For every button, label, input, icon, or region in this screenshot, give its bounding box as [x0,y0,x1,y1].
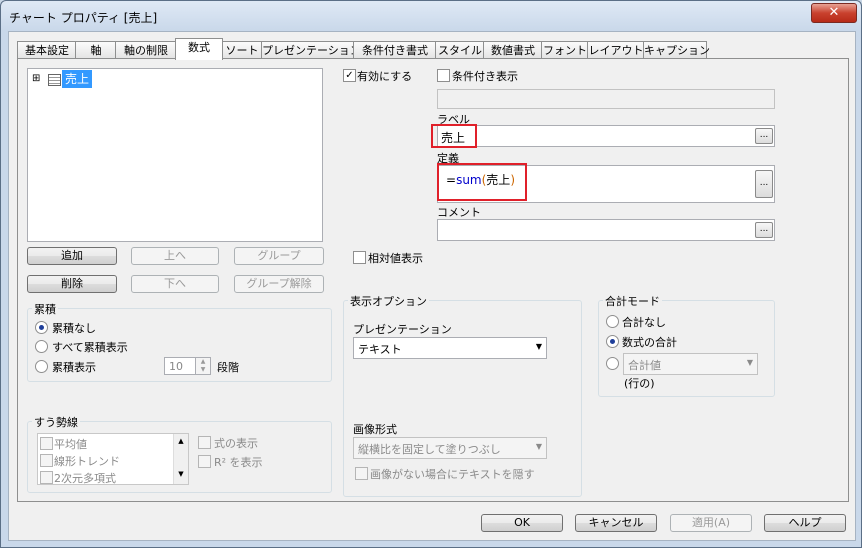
ok-button[interactable]: OK [481,514,563,532]
tab-conditional-format[interactable]: 条件付き書式 [353,41,437,59]
hide-text-checkbox[interactable] [355,467,368,480]
tab-axis-limits[interactable]: 軸の制限 [115,41,177,59]
chevron-down-icon: ▼ [535,342,542,351]
move-down-button[interactable]: 下へ [131,275,219,293]
expressions-panel: ⊞ 売上 追加 上へ グループ 削除 下へ グループ解除 累積 累積なし すべて… [17,58,849,502]
presentation-select[interactable]: テキスト ▼ [353,337,547,359]
enable-checkbox[interactable]: ✓ [343,69,356,82]
total-value-value: 合計値 [628,359,661,372]
trend-average-label: 平均値 [54,438,87,451]
steps-input[interactable]: 10 [164,357,196,375]
hide-text-label: 画像がない場合にテキストを隠す [370,468,535,481]
display-options-title: 表示オプション [348,293,429,309]
ungroup-button[interactable]: グループ解除 [234,275,324,293]
cancel-button[interactable]: キャンセル [575,514,657,532]
tab-axis[interactable]: 軸 [75,41,117,59]
presentation-value: テキスト [358,343,402,356]
steps-unit-label: 段階 [217,361,239,374]
definition-highlight [437,163,527,201]
tab-expressions[interactable]: 数式 [175,38,223,60]
steps-spinner[interactable]: ▲ ▼ [195,357,211,375]
dialog-client: 基本設定 軸 軸の制限 数式 ソート プレゼンテーション 条件付き書式 スタイル… [8,31,856,541]
accumulation-title: 累積 [32,301,58,317]
relative-checkbox[interactable] [353,251,366,264]
chevron-down-icon: ▼ [746,358,753,367]
trend-average-checkbox[interactable] [40,437,53,450]
total-value-select[interactable]: 合計値 ▼ [623,353,758,375]
full-accumulation-label: すべて累積表示 [52,341,128,354]
tab-presentation[interactable]: プレゼンテーション [261,41,361,59]
trend-linear-checkbox[interactable] [40,454,53,467]
total-mode-title: 合計モード [603,293,662,309]
delete-button[interactable]: 削除 [27,275,117,293]
label-edit-button[interactable]: ... [755,128,773,144]
trendline-list[interactable]: 平均値 線形トレンド 2次元多項式 ▲ ▼ [37,433,189,485]
table-icon [48,74,61,86]
accumulate-radio[interactable] [35,360,48,373]
tree-item-sales[interactable]: 売上 [62,70,93,88]
trendline-title: すう勢線 [32,414,80,430]
no-accumulation-label: 累積なし [52,322,96,335]
image-format-select[interactable]: 縦横比を固定して塗りつぶし ▼ [353,437,547,459]
apply-button[interactable]: 適用(A) [670,514,752,532]
expression-total-radio[interactable] [606,335,619,348]
trendline-scrollbar[interactable]: ▲ ▼ [173,434,188,484]
help-button[interactable]: ヘルプ [764,514,846,532]
presentation-label: プレゼンテーション [353,323,452,336]
expand-icon[interactable]: ⊞ [32,73,40,84]
no-accumulation-radio[interactable] [35,321,48,334]
tab-font[interactable]: フォント [541,41,589,59]
conditional-label: 条件付き表示 [452,70,518,83]
comment-title: コメント [437,206,481,219]
enable-label: 有効にする [357,70,413,83]
no-total-label: 合計なし [622,316,666,329]
label-input[interactable]: 売上 [437,125,775,147]
definition-edit-button[interactable]: ... [755,170,773,198]
no-total-radio[interactable] [606,315,619,328]
tab-basic[interactable]: 基本設定 [17,41,77,59]
expression-total-label: 数式の合計 [622,336,677,349]
total-value-radio[interactable] [606,357,619,370]
close-button[interactable]: ✕ [811,3,857,23]
show-equation-label: 式の表示 [214,437,258,450]
group-button[interactable]: グループ [234,247,324,265]
tab-number-format[interactable]: 数値書式 [483,41,543,59]
rows-label: (行の) [624,377,655,390]
window-title: チャート プロパティ [売上] [9,11,158,25]
conditional-checkbox[interactable] [437,69,450,82]
image-format-label: 画像形式 [353,423,397,436]
relative-label: 相対値表示 [368,252,423,265]
comment-input[interactable] [437,219,775,241]
tab-layout[interactable]: レイアウト [587,41,645,59]
trend-linear-label: 線形トレンド [54,455,120,468]
expression-tree[interactable]: ⊞ 売上 [27,68,323,242]
title-bar[interactable]: チャート プロパティ [売上] ✕ [1,1,861,31]
chart-properties-window: チャート プロパティ [売上] ✕ 基本設定 軸 軸の制限 数式 ソート プレゼ… [0,0,862,548]
trend-poly-checkbox[interactable] [40,471,53,484]
chevron-down-icon: ▼ [535,442,542,451]
accumulate-label: 累積表示 [52,361,96,374]
steps-value: 10 [169,360,183,373]
tab-caption[interactable]: キャプション [643,41,710,59]
tab-style[interactable]: スタイル [435,41,485,59]
trend-poly-label: 2次元多項式 [54,472,116,485]
show-r2-label: R² を表示 [214,456,263,469]
comment-edit-button[interactable]: ... [755,222,773,238]
image-format-value: 縦横比を固定して塗りつぶし [358,443,501,456]
label-highlight [431,124,477,148]
show-equation-checkbox[interactable] [198,436,211,449]
full-accumulation-radio[interactable] [35,340,48,353]
tab-sort[interactable]: ソート [221,41,263,59]
show-r2-checkbox[interactable] [198,455,211,468]
conditional-input[interactable] [437,89,775,109]
add-button[interactable]: 追加 [27,247,117,265]
move-up-button[interactable]: 上へ [131,247,219,265]
